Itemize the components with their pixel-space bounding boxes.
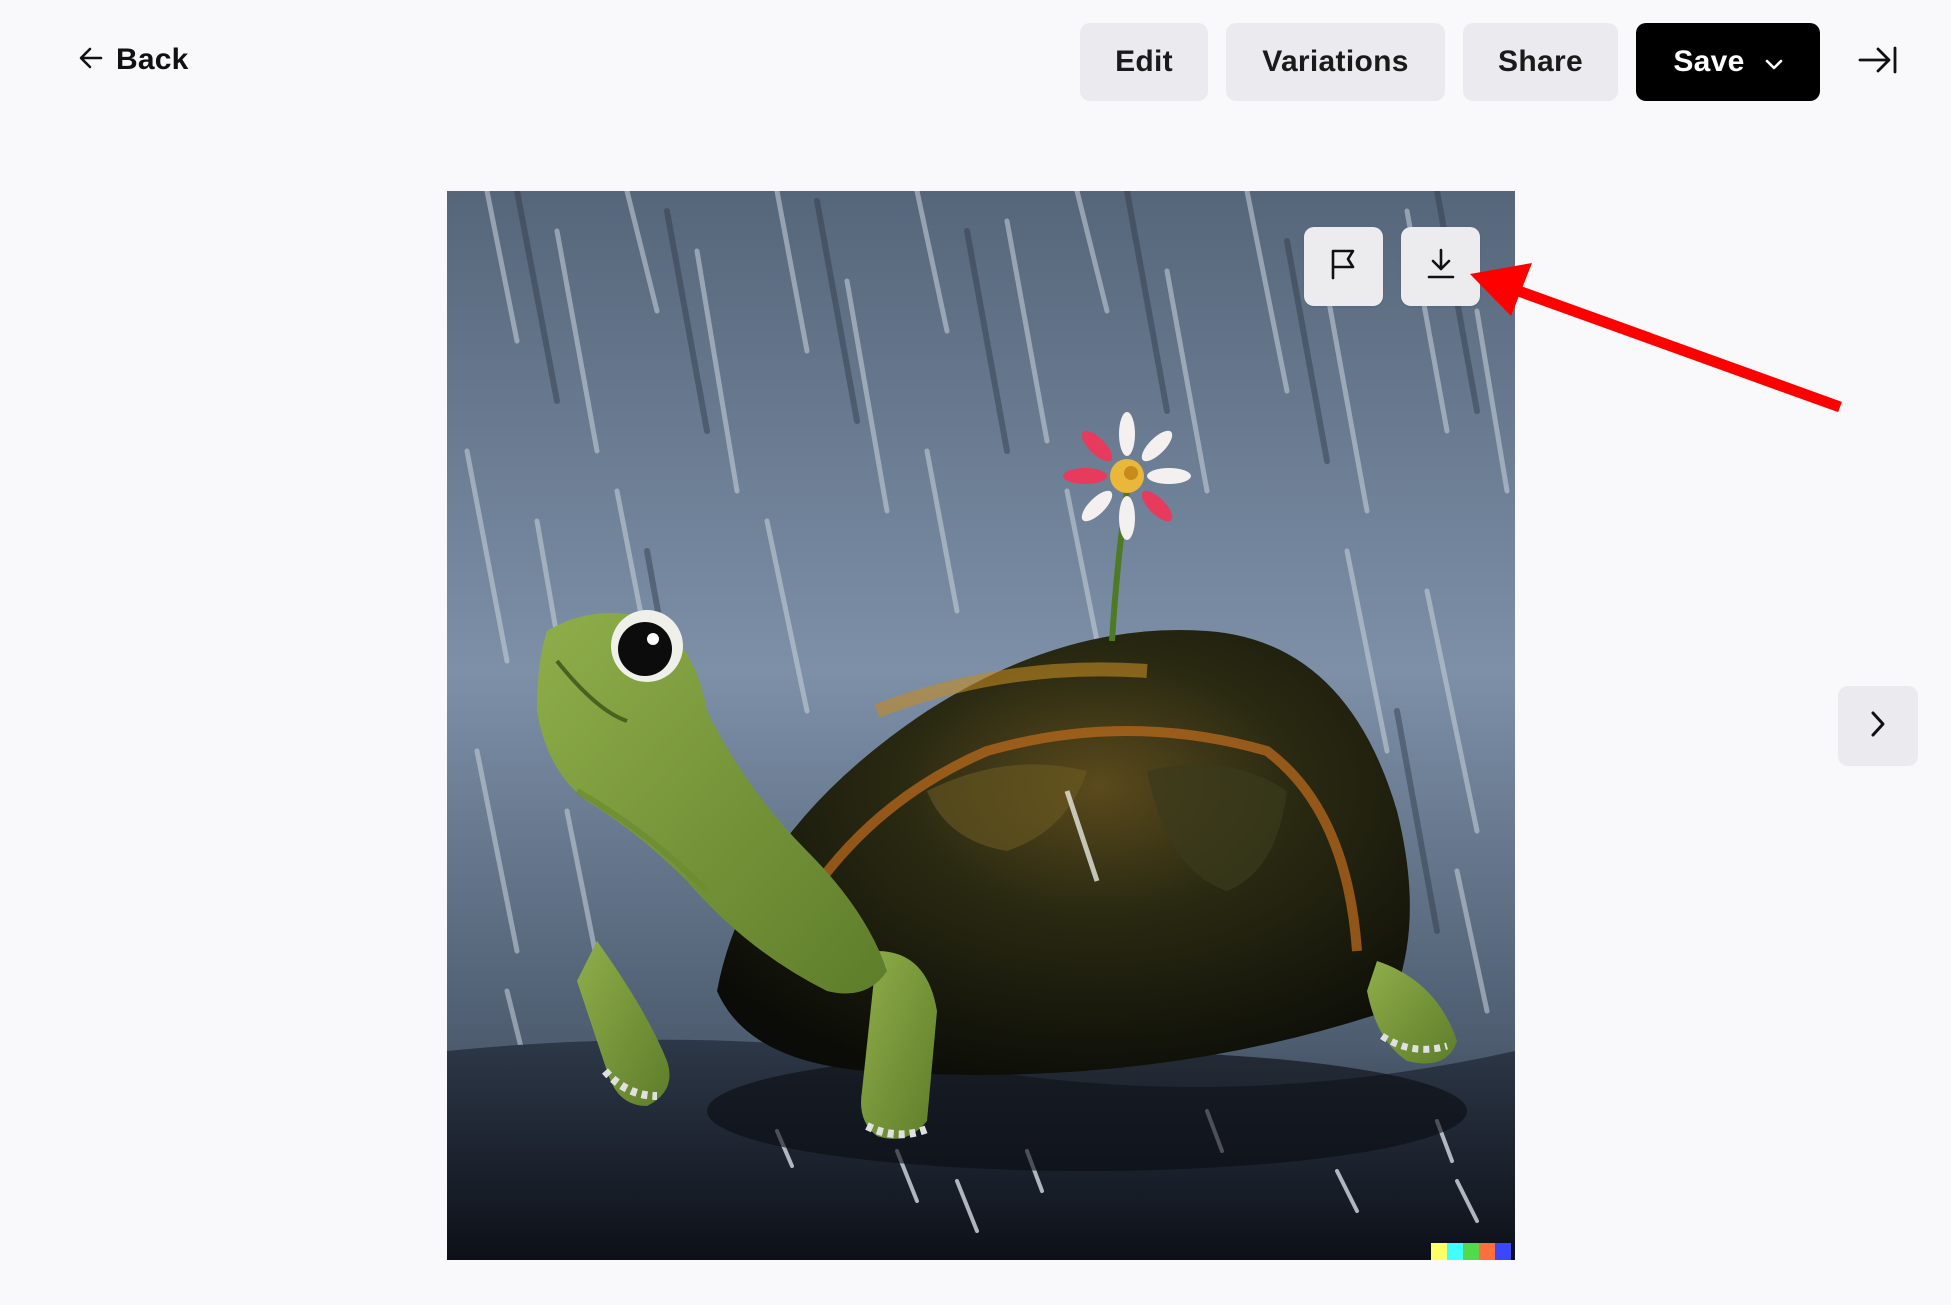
signature-stripe — [1495, 1243, 1511, 1260]
download-icon — [1426, 247, 1456, 286]
next-image-button[interactable] — [1838, 686, 1918, 766]
collapse-panel-button[interactable] — [1856, 42, 1900, 82]
generated-image[interactable] — [447, 191, 1515, 1260]
chevron-right-icon — [1868, 709, 1888, 744]
chevron-down-icon — [1765, 45, 1783, 79]
edit-button[interactable]: Edit — [1080, 23, 1208, 101]
top-toolbar: Back Edit Variations Share Save — [0, 0, 1951, 120]
arrow-shaft — [1511, 283, 1842, 413]
save-label: Save — [1673, 45, 1745, 78]
flag-icon — [1329, 248, 1359, 285]
arrow-right-to-bar-icon — [1858, 45, 1898, 80]
report-button[interactable] — [1304, 227, 1383, 306]
signature-stripe — [1479, 1243, 1495, 1260]
signature-stripe — [1431, 1243, 1447, 1260]
arrow-left-icon — [78, 45, 104, 76]
signature-stripe — [1463, 1243, 1479, 1260]
save-button[interactable]: Save — [1636, 23, 1820, 101]
turtle-painting — [447, 191, 1515, 1260]
image-signature-stripes — [1431, 1243, 1511, 1260]
back-label: Back — [116, 43, 189, 76]
share-button[interactable]: Share — [1463, 23, 1618, 101]
back-button[interactable]: Back — [78, 40, 189, 80]
download-button[interactable] — [1401, 227, 1480, 306]
variations-button[interactable]: Variations — [1226, 23, 1445, 101]
signature-stripe — [1447, 1243, 1463, 1260]
